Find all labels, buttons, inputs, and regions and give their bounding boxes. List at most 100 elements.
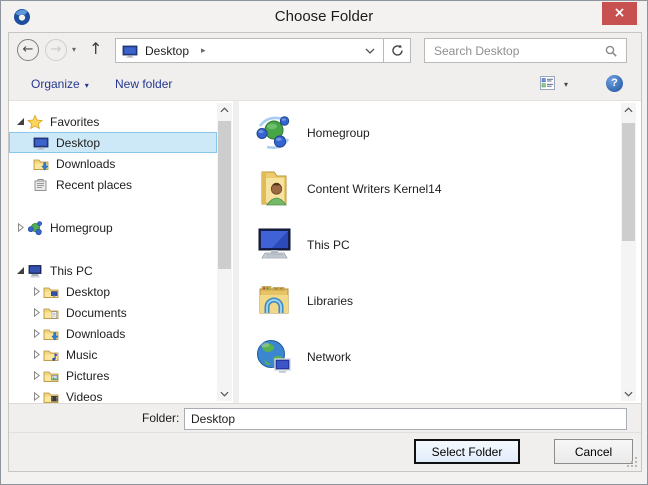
- caret-down-icon: ▾: [84, 81, 89, 90]
- sidebar-item-label: Downloads: [56, 156, 116, 171]
- sidebar-item-recent-places[interactable]: Recent places: [9, 174, 217, 195]
- up-arrow-icon: ↑: [89, 39, 103, 58]
- sidebar-item-label: Favorites: [50, 114, 100, 129]
- expander-closed-icon[interactable]: [29, 287, 43, 296]
- close-button[interactable]: ×: [602, 2, 637, 25]
- sidebar-item-label: Homegroup: [50, 220, 113, 235]
- sidebar-item-label: Music: [66, 347, 98, 362]
- file-item-homegroup[interactable]: Homegroup: [239, 105, 621, 161]
- sidebar-item-downloads[interactable]: Downloads: [9, 153, 217, 174]
- file-item-network[interactable]: Network: [239, 329, 621, 385]
- refresh-button[interactable]: [383, 38, 411, 63]
- breadcrumb-chevron-icon[interactable]: ▸: [201, 46, 206, 56]
- caret-down-icon: ▾: [72, 45, 77, 54]
- file-item-content-writers[interactable]: Content Writers Kernel14: [239, 161, 621, 217]
- search-box: [424, 38, 627, 63]
- address-bar[interactable]: Desktop ▸: [115, 38, 384, 63]
- search-icon[interactable]: [605, 45, 618, 58]
- organize-button[interactable]: Organize ▾: [31, 77, 89, 91]
- titlebar[interactable]: Choose Folder ×: [1, 1, 647, 32]
- pictures-folder-icon: [43, 368, 60, 384]
- expander-closed-icon[interactable]: [29, 392, 43, 401]
- expander-closed-icon[interactable]: [13, 223, 27, 232]
- help-button[interactable]: ?: [606, 75, 623, 92]
- file-item-this-pc[interactable]: This PC: [239, 217, 621, 273]
- breadcrumb-location[interactable]: Desktop: [145, 44, 189, 58]
- folder-name-input[interactable]: [184, 408, 627, 430]
- expander-open-icon[interactable]: [13, 117, 27, 126]
- file-list: Homegroup Content Writers Kernel14 This …: [239, 101, 621, 405]
- downloads-folder-icon: [43, 326, 60, 342]
- scroll-up-button[interactable]: [621, 103, 636, 117]
- file-list-scrollbar[interactable]: [621, 103, 636, 401]
- sidebar-item-documents[interactable]: Documents: [9, 302, 217, 323]
- up-button[interactable]: ↑: [89, 39, 102, 58]
- file-item-label: Content Writers Kernel14: [307, 182, 442, 196]
- change-view-button[interactable]: [540, 76, 555, 90]
- scroll-down-icon: [220, 391, 229, 397]
- homegroup-icon: [253, 112, 295, 154]
- downloads-folder-icon: [33, 156, 50, 172]
- scroll-up-button[interactable]: [217, 103, 232, 117]
- expander-closed-icon[interactable]: [29, 371, 43, 380]
- recent-locations-dropdown[interactable]: ▾: [72, 45, 76, 54]
- refresh-icon: [391, 44, 403, 56]
- scroll-down-button[interactable]: [217, 387, 232, 401]
- cancel-button[interactable]: Cancel: [554, 439, 633, 464]
- sidebar-scrollbar[interactable]: [217, 103, 232, 401]
- search-input[interactable]: [425, 39, 626, 62]
- forward-arrow-icon: →: [50, 42, 62, 57]
- sidebar-item-pictures[interactable]: Pictures: [9, 365, 217, 386]
- view-options-icon: [540, 76, 555, 90]
- sidebar-item-label: This PC: [50, 263, 93, 278]
- computer-icon: [27, 263, 44, 279]
- new-folder-label: New folder: [115, 77, 173, 91]
- documents-folder-icon: [43, 305, 60, 321]
- music-folder-icon: [43, 347, 60, 363]
- choose-folder-dialog: Choose Folder × ← → ▾ ↑ Desktop ▸ Search…: [0, 0, 648, 485]
- sidebar-item-pc-downloads[interactable]: Downloads: [9, 323, 217, 344]
- file-item-label: Network: [307, 350, 352, 364]
- sidebar-item-label: Downloads: [66, 326, 126, 341]
- back-button[interactable]: ←: [17, 39, 39, 61]
- help-icon: ?: [611, 77, 618, 89]
- forward-button[interactable]: →: [45, 39, 67, 61]
- computer-icon: [253, 224, 295, 266]
- scrollbar-thumb[interactable]: [218, 121, 231, 269]
- sidebar-item-this-pc[interactable]: This PC: [9, 260, 217, 281]
- folder-field-label: Folder:: [142, 411, 180, 425]
- expander-closed-icon[interactable]: [29, 329, 43, 338]
- sidebar-item-label: Documents: [66, 305, 127, 320]
- star-icon: [27, 114, 44, 130]
- folder-name-row: Folder:: [9, 404, 641, 433]
- sidebar-item-pc-desktop[interactable]: Desktop: [9, 281, 217, 302]
- homegroup-icon: [27, 220, 44, 236]
- file-item-partial[interactable]: [239, 385, 621, 405]
- view-options-dropdown[interactable]: ▾: [564, 80, 568, 89]
- sidebar-item-favorites[interactable]: Favorites: [9, 111, 217, 132]
- sidebar-item-label: Desktop: [56, 135, 101, 150]
- folder-browser: Favorites Desktop Downloads Recent place…: [9, 100, 641, 405]
- expander-closed-icon[interactable]: [29, 350, 43, 359]
- sidebar-item-desktop[interactable]: Desktop: [9, 132, 217, 153]
- file-list-pane: Homegroup Content Writers Kernel14 This …: [239, 101, 641, 405]
- folder-tree: Favorites Desktop Downloads Recent place…: [9, 101, 217, 405]
- file-item-libraries[interactable]: Libraries: [239, 273, 621, 329]
- resize-grip[interactable]: [625, 455, 638, 468]
- select-folder-button[interactable]: Select Folder: [414, 439, 520, 464]
- dialog-client-area: ← → ▾ ↑ Desktop ▸ Search Desktop Organiz…: [8, 32, 642, 472]
- new-folder-button[interactable]: New folder: [115, 77, 172, 91]
- network-icon: [253, 336, 295, 378]
- sidebar-item-homegroup[interactable]: Homegroup: [9, 217, 217, 238]
- scrollbar-thumb[interactable]: [622, 123, 635, 241]
- desktop-monitor-icon: [33, 135, 50, 151]
- expander-open-icon[interactable]: [13, 266, 27, 275]
- window-title: Choose Folder: [274, 8, 374, 25]
- expander-closed-icon[interactable]: [29, 308, 43, 317]
- sidebar-item-label: Recent places: [56, 177, 133, 192]
- sidebar-item-music[interactable]: Music: [9, 344, 217, 365]
- scroll-down-button[interactable]: [621, 387, 636, 401]
- sidebar-item-label: Videos: [66, 389, 103, 404]
- recent-places-icon: [33, 177, 50, 193]
- address-dropdown-button[interactable]: [365, 48, 375, 54]
